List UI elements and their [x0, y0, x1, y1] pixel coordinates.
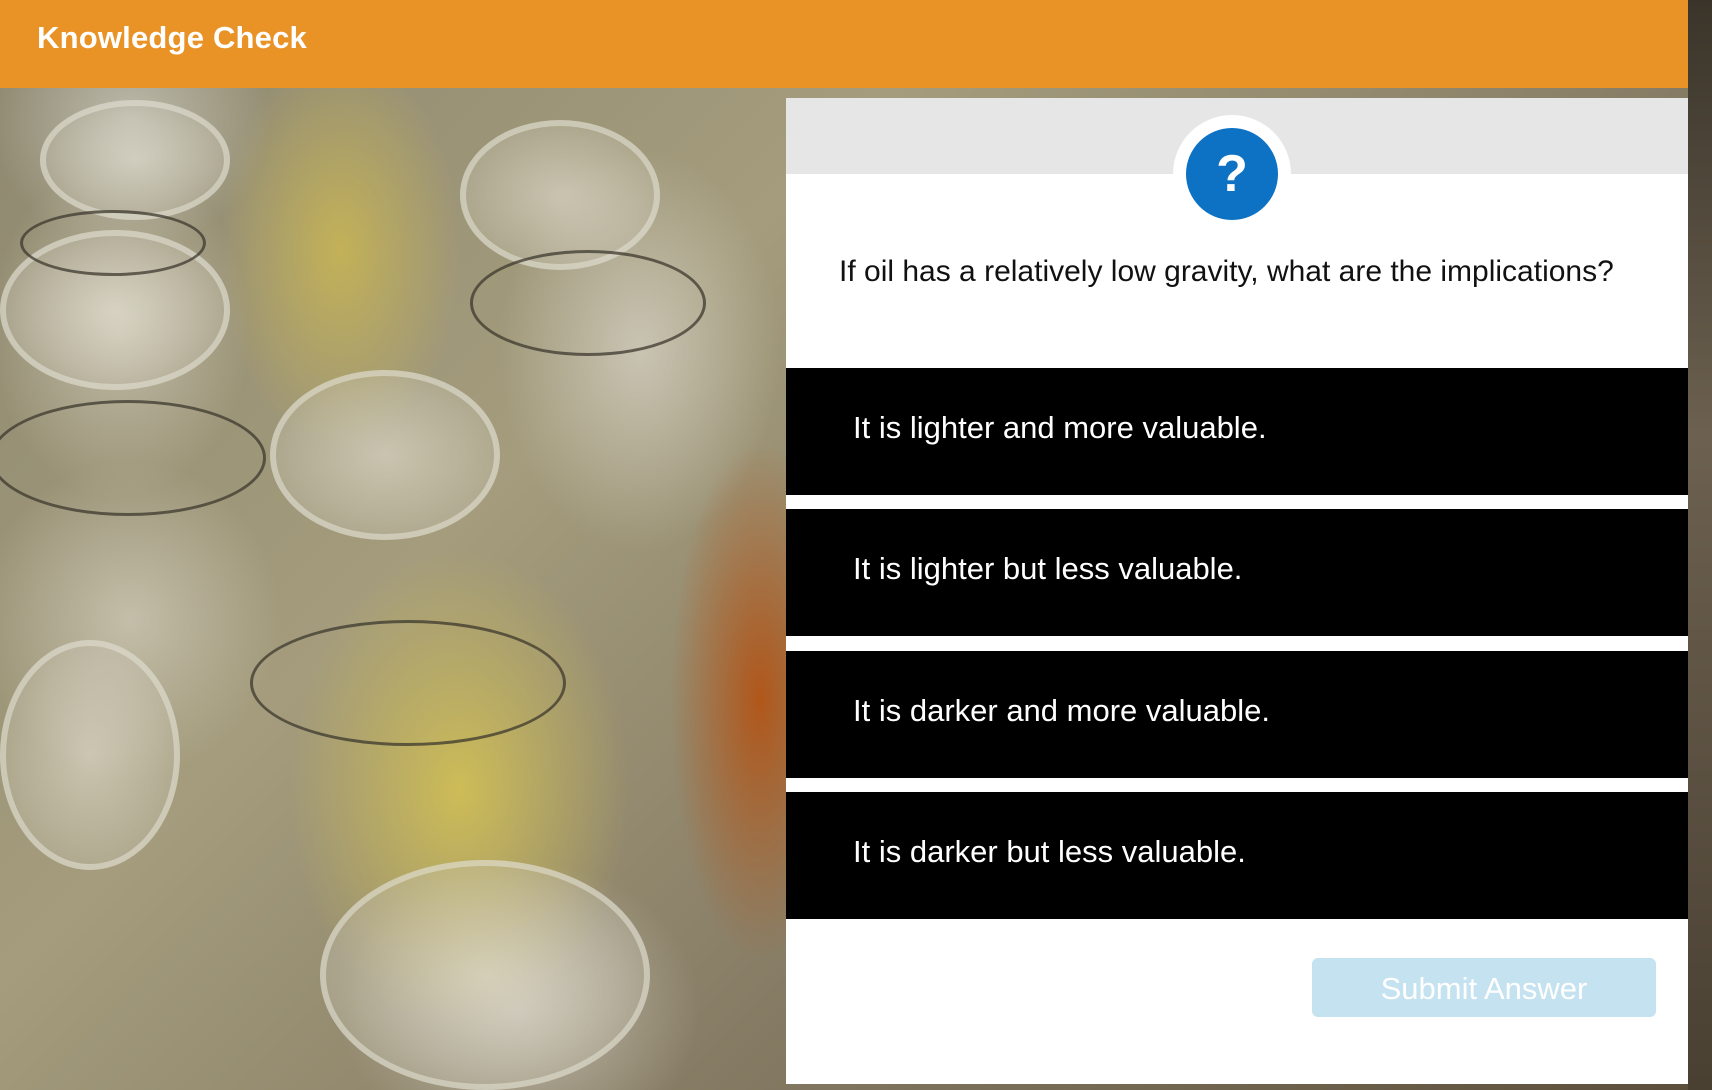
answer-option-label: It is lighter and more valuable. [853, 410, 1267, 445]
answer-option-3[interactable]: It is darker and more valuable. [786, 651, 1688, 778]
header-bar: Knowledge Check [0, 0, 1688, 88]
answer-option-label: It is darker and more valuable. [853, 693, 1270, 728]
answer-option-label: It is lighter but less valuable. [853, 551, 1243, 586]
answer-option-1[interactable]: It is lighter and more valuable. [786, 368, 1688, 495]
answer-option-label: It is darker but less valuable. [853, 834, 1246, 869]
answer-option-4[interactable]: It is darker but less valuable. [786, 792, 1688, 919]
question-mark-icon: ? [1186, 128, 1278, 220]
question-panel: ? If oil has a relatively low gravity, w… [786, 98, 1688, 1084]
answer-option-2[interactable]: It is lighter but less valuable. [786, 509, 1688, 636]
question-text: If oil has a relatively low gravity, wha… [839, 255, 1614, 288]
page-title: Knowledge Check [37, 20, 307, 55]
background-edge [1688, 0, 1712, 1090]
submit-answer-button[interactable]: Submit Answer [1312, 958, 1656, 1017]
